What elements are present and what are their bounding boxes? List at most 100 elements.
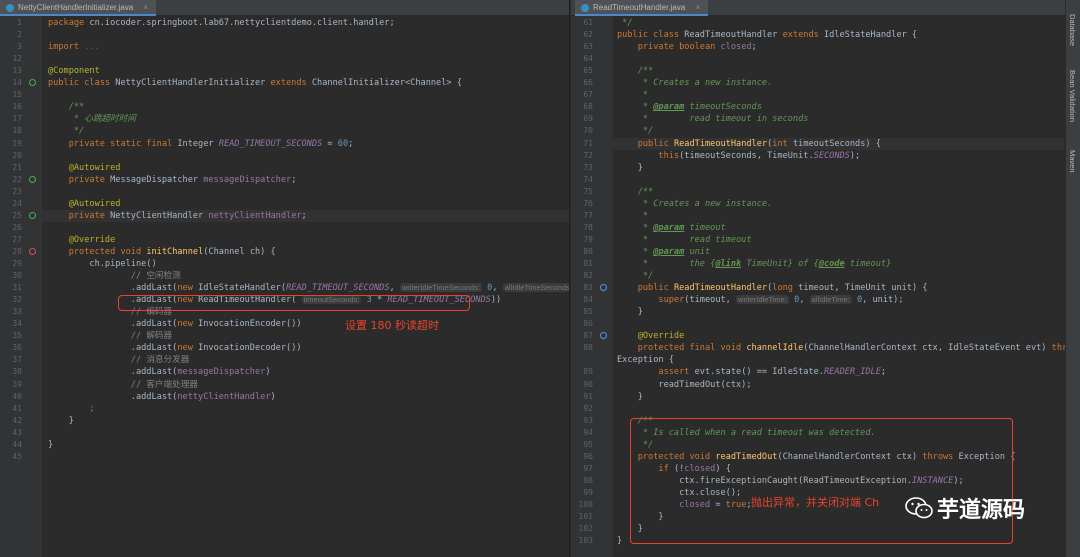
code-line[interactable]: *: [617, 210, 648, 222]
code-line[interactable]: private MessageDispatcher messageDispatc…: [48, 174, 297, 186]
code-line[interactable]: */: [617, 270, 653, 282]
code-line[interactable]: protected final void channelIdle(Channel…: [617, 342, 1065, 354]
code-line[interactable]: package cn.iocoder.springboot.lab67.nett…: [48, 17, 395, 29]
code-line[interactable]: public class NettyClientHandlerInitializ…: [48, 77, 462, 89]
line-number: 102: [578, 524, 593, 534]
code-line[interactable]: super(timeout, writerIdleTime: 0, allIdl…: [617, 294, 904, 306]
code-line[interactable]: protected void initChannel(Channel ch) {: [48, 246, 276, 258]
line-number: 31: [12, 283, 22, 293]
line-number: 72: [583, 150, 593, 160]
close-icon[interactable]: ×: [143, 3, 148, 12]
code-line[interactable]: // 消息分发器: [48, 354, 190, 366]
code-line[interactable]: }: [617, 535, 622, 547]
code-line[interactable]: * @param unit: [617, 246, 710, 258]
code-line[interactable]: * @param timeout: [617, 222, 726, 234]
line-number: 43: [12, 427, 22, 437]
code-line[interactable]: }: [617, 391, 643, 403]
code-line[interactable]: .addLast(new IdleStateHandler(READ_TIMEO…: [48, 282, 569, 294]
code-line[interactable]: // 客户端处理器: [48, 379, 198, 391]
code-line[interactable]: /**: [617, 65, 654, 77]
tool-tab-database[interactable]: Database: [1068, 14, 1077, 46]
line-number: 38: [12, 367, 22, 377]
line-number: 89: [583, 367, 593, 377]
code-line[interactable]: readTimedOut(ctx);: [617, 379, 751, 391]
code-line[interactable]: public class ReadTimeoutHandler extends …: [617, 29, 917, 41]
line-number: 25: [12, 210, 22, 220]
line-number: 71: [583, 138, 593, 148]
code-line[interactable]: @Component: [48, 65, 100, 77]
code-line[interactable]: */: [48, 125, 84, 137]
code-line[interactable]: this(timeoutSeconds, TimeUnit.SECONDS);: [617, 150, 860, 162]
code-line[interactable]: // 解码器: [48, 330, 172, 342]
tab-read-timeout-handler[interactable]: ReadTimeoutHandler.java ×: [575, 0, 709, 16]
line-number: 42: [12, 415, 22, 425]
code-line[interactable]: private static final Integer READ_TIMEOU…: [48, 138, 354, 150]
code-line[interactable]: */: [617, 17, 632, 29]
code-line[interactable]: private boolean closed;: [617, 41, 757, 53]
code-line[interactable]: }: [617, 306, 643, 318]
line-number: 79: [583, 234, 593, 244]
code-line[interactable]: */: [617, 125, 653, 137]
line-number: 82: [583, 271, 593, 281]
tab-label: NettyClientHandlerInitializer.java: [18, 3, 134, 12]
code-line[interactable]: public ReadTimeoutHandler(long timeout, …: [617, 282, 928, 294]
code-line[interactable]: * 心跳超时时间: [48, 113, 136, 125]
code-line[interactable]: * the {@link TimeUnit} of {@code timeout…: [617, 258, 891, 270]
code-line[interactable]: ;: [48, 403, 94, 415]
code-line[interactable]: @Override: [48, 234, 116, 246]
bean-icon[interactable]: [29, 175, 36, 183]
code-line[interactable]: * @param timeoutSeconds: [617, 101, 762, 113]
close-icon[interactable]: ×: [695, 3, 700, 12]
code-line[interactable]: /**: [617, 186, 654, 198]
right-tabbar: ReadTimeoutHandler.java ×: [571, 0, 1065, 16]
line-number: 90: [583, 379, 593, 389]
tool-tab-maven[interactable]: Maven: [1068, 150, 1077, 173]
code-line[interactable]: }: [617, 162, 643, 174]
code-line[interactable]: .addLast(new InvocationEncoder()): [48, 318, 302, 330]
tab-netty-client-handler-initializer[interactable]: NettyClientHandlerInitializer.java ×: [0, 0, 157, 16]
line-number: 94: [583, 427, 593, 437]
line-number: 68: [583, 102, 593, 112]
line-number: 2: [17, 30, 22, 40]
line-number: 64: [583, 54, 593, 64]
code-line[interactable]: @Override: [617, 330, 685, 342]
line-number: 73: [583, 162, 593, 172]
bean-icon[interactable]: [29, 211, 36, 219]
line-number: 22: [12, 174, 22, 184]
line-number: 85: [583, 307, 593, 317]
code-line[interactable]: public ReadTimeoutHandler(int timeoutSec…: [617, 138, 881, 150]
code-line[interactable]: assert evt.state() == IdleState.READER_I…: [617, 366, 886, 378]
code-line[interactable]: @Autowired: [48, 198, 121, 210]
line-number: 91: [583, 391, 593, 401]
watermark: 芋道源码: [905, 488, 1065, 528]
code-line[interactable]: .addLast(nettyClientHandler): [48, 391, 276, 403]
line-number: 17: [12, 114, 22, 124]
code-line[interactable]: .addLast(new InvocationDecoder()): [48, 342, 302, 354]
line-number: 44: [12, 439, 22, 449]
line-number: 20: [12, 150, 22, 160]
line-number: 37: [12, 355, 22, 365]
code-line[interactable]: // 空闲检测: [48, 270, 181, 282]
code-line[interactable]: /**: [48, 101, 85, 113]
code-line[interactable]: * Creates a new instance.: [617, 77, 772, 89]
code-line[interactable]: @Autowired: [48, 162, 121, 174]
code-line[interactable]: .addLast(messageDispatcher): [48, 366, 271, 378]
code-line[interactable]: Exception {: [617, 354, 674, 366]
line-number: 39: [12, 379, 22, 389]
code-line[interactable]: * read timeout in seconds: [617, 113, 809, 125]
code-line[interactable]: *: [617, 89, 648, 101]
code-line[interactable]: import ...: [48, 41, 100, 53]
code-line[interactable]: ch.pipeline(): [48, 258, 156, 270]
right-editor-pane[interactable]: ReadTimeoutHandler.java × 61 */ 62 public …: [571, 0, 1065, 557]
line-number: 66: [583, 78, 593, 88]
watermark-text: 芋道源码: [937, 498, 1026, 523]
code-line[interactable]: * read timeout: [617, 234, 752, 246]
left-editor-pane[interactable]: NettyClientHandlerInitializer.java × 1 pa…: [0, 0, 570, 557]
tool-tab-bean-validation[interactable]: Bean Validation: [1068, 70, 1077, 122]
code-line[interactable]: * Creates a new instance.: [617, 198, 772, 210]
code-line[interactable]: }: [48, 439, 53, 451]
code-line[interactable]: }: [48, 415, 74, 427]
left-tabbar: NettyClientHandlerInitializer.java ×: [0, 0, 569, 16]
override-icon[interactable]: [29, 247, 36, 255]
code-line[interactable]: private NettyClientHandler nettyClientHa…: [48, 210, 307, 222]
